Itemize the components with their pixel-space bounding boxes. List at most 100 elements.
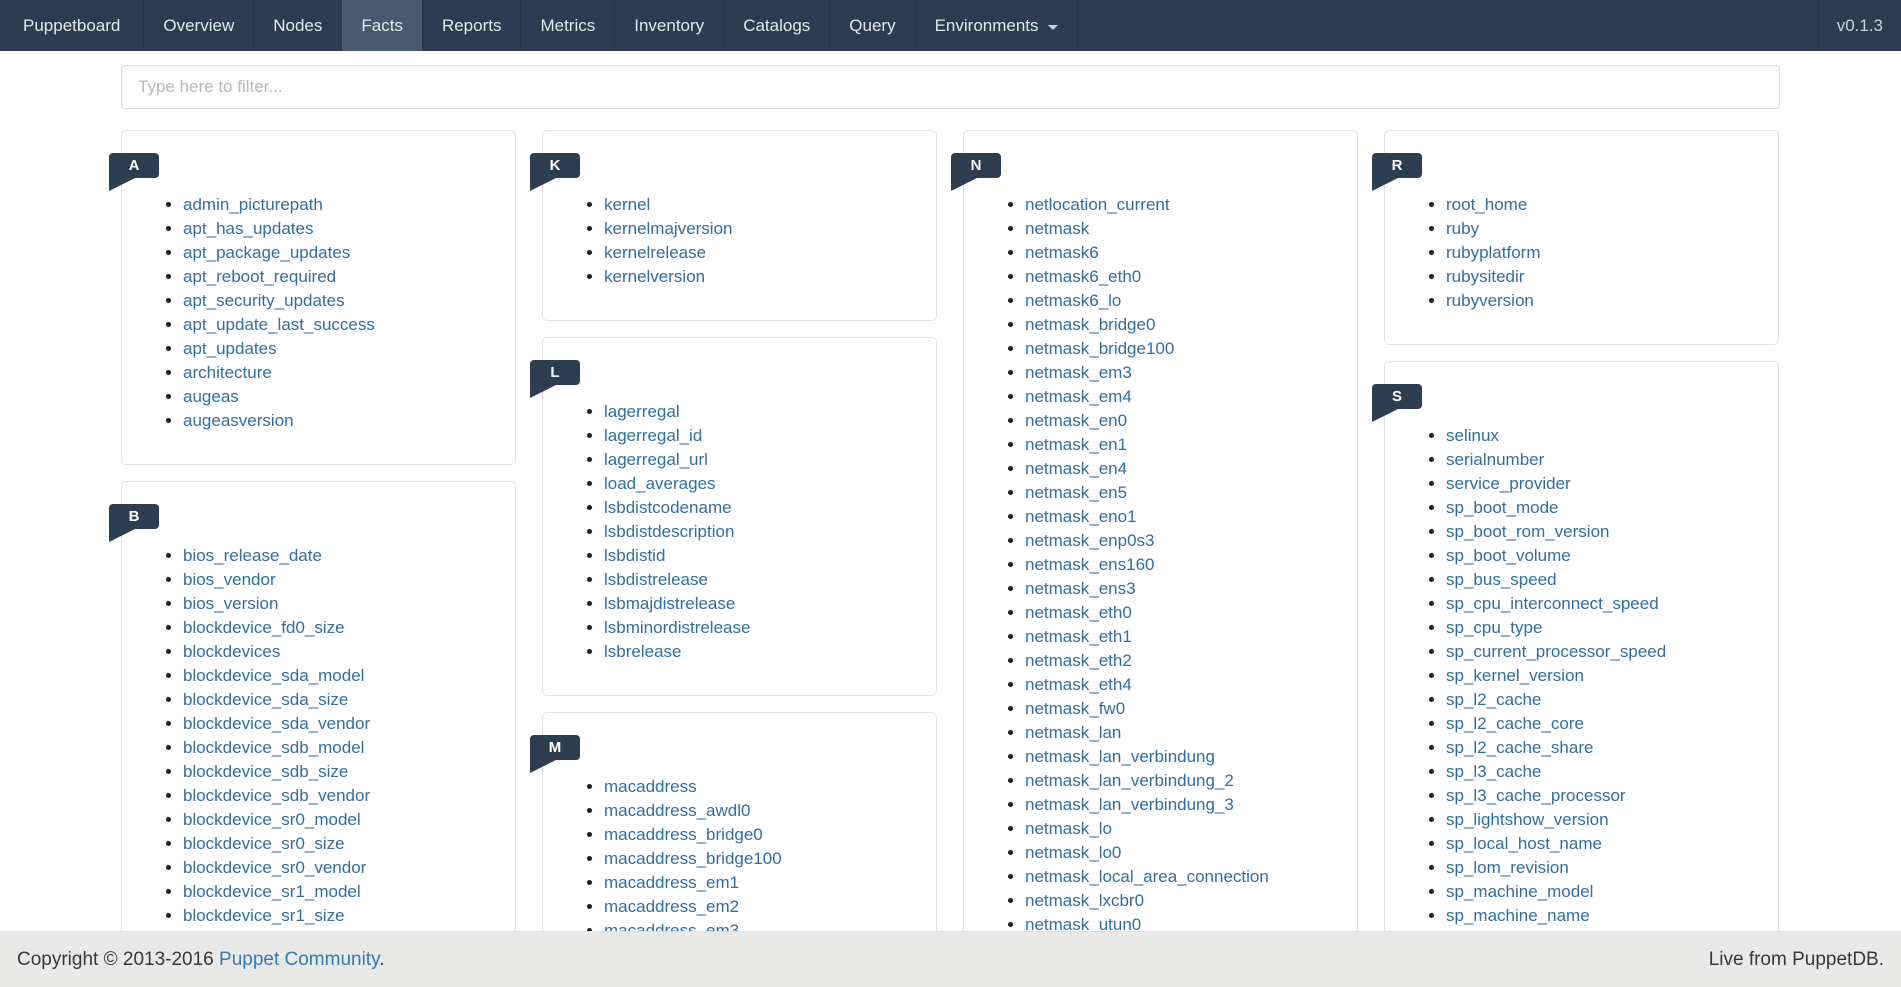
fact-link[interactable]: lagerregal_id xyxy=(604,426,702,445)
fact-link[interactable]: rubyversion xyxy=(1446,291,1534,310)
fact-link[interactable]: netmask_bridge100 xyxy=(1025,339,1174,358)
fact-link[interactable]: apt_update_last_success xyxy=(183,315,375,334)
fact-link[interactable]: sp_l3_cache_processor xyxy=(1446,786,1626,805)
fact-link[interactable]: netmask_fw0 xyxy=(1025,699,1125,718)
fact-link[interactable]: lsbminordistrelease xyxy=(604,618,750,637)
fact-link[interactable]: root_home xyxy=(1446,195,1527,214)
fact-link[interactable]: blockdevice_sda_size xyxy=(183,690,348,709)
fact-link[interactable]: sp_lom_revision xyxy=(1446,858,1569,877)
fact-link[interactable]: netmask_lo xyxy=(1025,819,1112,838)
fact-link[interactable]: blockdevice_sda_vendor xyxy=(183,714,370,733)
fact-link[interactable]: ruby xyxy=(1446,219,1479,238)
fact-link[interactable]: bios_version xyxy=(183,594,278,613)
fact-link[interactable]: macaddress_bridge0 xyxy=(604,825,763,844)
fact-link[interactable]: netmask_lan_verbindung_2 xyxy=(1025,771,1234,790)
fact-link[interactable]: architecture xyxy=(183,363,272,382)
fact-link[interactable]: kernel xyxy=(604,195,650,214)
filter-input[interactable] xyxy=(121,65,1780,109)
fact-link[interactable]: netmask xyxy=(1025,219,1089,238)
fact-link[interactable]: netlocation_current xyxy=(1025,195,1170,214)
fact-link[interactable]: blockdevice_fd0_size xyxy=(183,618,345,637)
fact-link[interactable]: macaddress xyxy=(604,777,697,796)
fact-link[interactable]: netmask_local_area_connection xyxy=(1025,867,1269,886)
fact-link[interactable]: apt_security_updates xyxy=(183,291,345,310)
fact-link[interactable]: netmask_lan_verbindung_3 xyxy=(1025,795,1234,814)
fact-link[interactable]: sp_l2_cache_share xyxy=(1446,738,1593,757)
fact-link[interactable]: sp_machine_model xyxy=(1446,882,1593,901)
fact-link[interactable]: kernelrelease xyxy=(604,243,706,262)
fact-link[interactable]: admin_picturepath xyxy=(183,195,323,214)
fact-link[interactable]: serialnumber xyxy=(1446,450,1544,469)
fact-link[interactable]: blockdevice_sdb_size xyxy=(183,762,348,781)
fact-link[interactable]: apt_reboot_required xyxy=(183,267,336,286)
fact-link[interactable]: macaddress_em1 xyxy=(604,873,739,892)
fact-link[interactable]: netmask_lxcbr0 xyxy=(1025,891,1144,910)
fact-link[interactable]: netmask_eth0 xyxy=(1025,603,1132,622)
fact-link[interactable]: augeas xyxy=(183,387,239,406)
fact-link[interactable]: netmask_en4 xyxy=(1025,459,1127,478)
nav-item-catalogs[interactable]: Catalogs xyxy=(724,0,830,51)
fact-link[interactable]: sp_boot_rom_version xyxy=(1446,522,1609,541)
nav-item-overview[interactable]: Overview xyxy=(144,0,254,51)
fact-link[interactable]: bios_release_date xyxy=(183,546,322,565)
fact-link[interactable]: lsbmajdistrelease xyxy=(604,594,735,613)
fact-link[interactable]: sp_bus_speed xyxy=(1446,570,1557,589)
fact-link[interactable]: lagerregal_url xyxy=(604,450,708,469)
fact-link[interactable]: load_averages xyxy=(604,474,716,493)
fact-link[interactable]: apt_package_updates xyxy=(183,243,350,262)
fact-link[interactable]: netmask_bridge0 xyxy=(1025,315,1155,334)
fact-link[interactable]: macaddress_awdl0 xyxy=(604,801,750,820)
fact-link[interactable]: sp_l2_cache_core xyxy=(1446,714,1584,733)
fact-link[interactable]: netmask_en1 xyxy=(1025,435,1127,454)
nav-item-reports[interactable]: Reports xyxy=(423,0,522,51)
nav-item-query[interactable]: Query xyxy=(830,0,915,51)
fact-link[interactable]: netmask6 xyxy=(1025,243,1099,262)
fact-link[interactable]: netmask6_lo xyxy=(1025,291,1121,310)
fact-link[interactable]: macaddress_em2 xyxy=(604,897,739,916)
fact-link[interactable]: netmask6_eth0 xyxy=(1025,267,1141,286)
fact-link[interactable]: blockdevice_sr1_model xyxy=(183,882,361,901)
fact-link[interactable]: netmask_enp0s3 xyxy=(1025,531,1154,550)
fact-link[interactable]: netmask_lan xyxy=(1025,723,1121,742)
fact-link[interactable]: blockdevice_sr1_size xyxy=(183,906,345,925)
fact-link[interactable]: kernelversion xyxy=(604,267,705,286)
fact-link[interactable]: rubyplatform xyxy=(1446,243,1540,262)
fact-link[interactable]: sp_kernel_version xyxy=(1446,666,1584,685)
fact-link[interactable]: apt_updates xyxy=(183,339,277,358)
fact-link[interactable]: apt_has_updates xyxy=(183,219,313,238)
fact-link[interactable]: sp_cpu_type xyxy=(1446,618,1542,637)
fact-link[interactable]: blockdevice_sda_model xyxy=(183,666,364,685)
fact-link[interactable]: sp_current_processor_speed xyxy=(1446,642,1666,661)
fact-link[interactable]: netmask_en0 xyxy=(1025,411,1127,430)
fact-link[interactable]: lsbrelease xyxy=(604,642,682,661)
fact-link[interactable]: blockdevice_sdb_vendor xyxy=(183,786,370,805)
fact-link[interactable]: lsbdistrelease xyxy=(604,570,708,589)
puppet-community-link[interactable]: Puppet Community xyxy=(219,949,379,970)
fact-link[interactable]: netmask_lo0 xyxy=(1025,843,1121,862)
fact-link[interactable]: netmask_lan_verbindung xyxy=(1025,747,1215,766)
fact-link[interactable]: bios_vendor xyxy=(183,570,276,589)
nav-item-metrics[interactable]: Metrics xyxy=(521,0,615,51)
navbar-brand[interactable]: Puppetboard xyxy=(0,0,144,51)
fact-link[interactable]: netmask_en5 xyxy=(1025,483,1127,502)
fact-link[interactable]: netmask_ens160 xyxy=(1025,555,1154,574)
fact-link[interactable]: sp_l3_cache xyxy=(1446,762,1541,781)
fact-link[interactable]: blockdevices xyxy=(183,642,280,661)
fact-link[interactable]: sp_lightshow_version xyxy=(1446,810,1609,829)
fact-link[interactable]: netmask_em3 xyxy=(1025,363,1132,382)
fact-link[interactable]: blockdevice_sdb_model xyxy=(183,738,364,757)
fact-link[interactable]: sp_machine_name xyxy=(1446,906,1590,925)
fact-link[interactable]: sp_l2_cache xyxy=(1446,690,1541,709)
fact-link[interactable]: kernelmajversion xyxy=(604,219,733,238)
fact-link[interactable]: augeasversion xyxy=(183,411,294,430)
fact-link[interactable]: netmask_eth4 xyxy=(1025,675,1132,694)
nav-item-facts[interactable]: Facts xyxy=(342,0,423,51)
fact-link[interactable]: lsbdistcodename xyxy=(604,498,732,517)
fact-link[interactable]: netmask_em4 xyxy=(1025,387,1132,406)
fact-link[interactable]: netmask_eno1 xyxy=(1025,507,1137,526)
fact-link[interactable]: sp_local_host_name xyxy=(1446,834,1602,853)
fact-link[interactable]: selinux xyxy=(1446,426,1499,445)
fact-link[interactable]: lsbdistid xyxy=(604,546,665,565)
fact-link[interactable]: blockdevice_sr0_model xyxy=(183,810,361,829)
fact-link[interactable]: lsbdistdescription xyxy=(604,522,734,541)
